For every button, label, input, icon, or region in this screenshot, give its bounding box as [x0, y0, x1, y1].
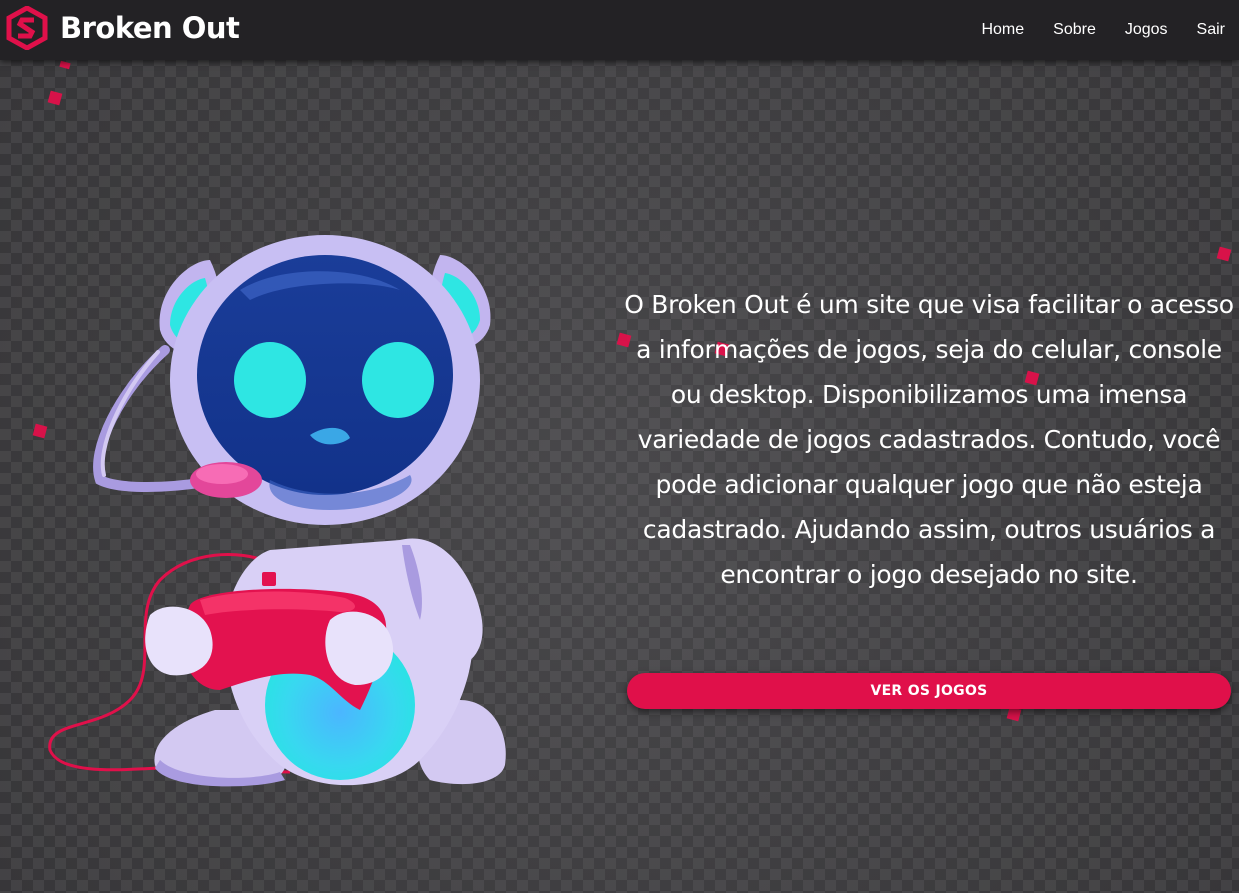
nav-home[interactable]: Home — [981, 21, 1024, 39]
brand-name: Broken Out — [60, 11, 240, 45]
nav-sobre[interactable]: Sobre — [1053, 21, 1096, 39]
nav-sair[interactable]: Sair — [1197, 21, 1225, 39]
hero-description: O Broken Out é um site que visa facilita… — [624, 290, 1234, 589]
broken-out-logo-icon[interactable] — [6, 6, 48, 50]
main-nav: Home Sobre Jogos Sair — [952, 0, 1225, 60]
view-games-button[interactable]: VER OS JOGOS — [627, 673, 1231, 709]
decorative-square — [47, 90, 63, 106]
top-navbar: Broken Out Home Sobre Jogos Sair — [0, 0, 1239, 60]
decorative-square — [59, 60, 71, 70]
nav-jogos[interactable]: Jogos — [1125, 21, 1168, 39]
gamer-robot-illustration — [40, 220, 560, 800]
decorative-square — [1216, 246, 1232, 262]
brand[interactable]: Broken Out — [6, 6, 240, 50]
